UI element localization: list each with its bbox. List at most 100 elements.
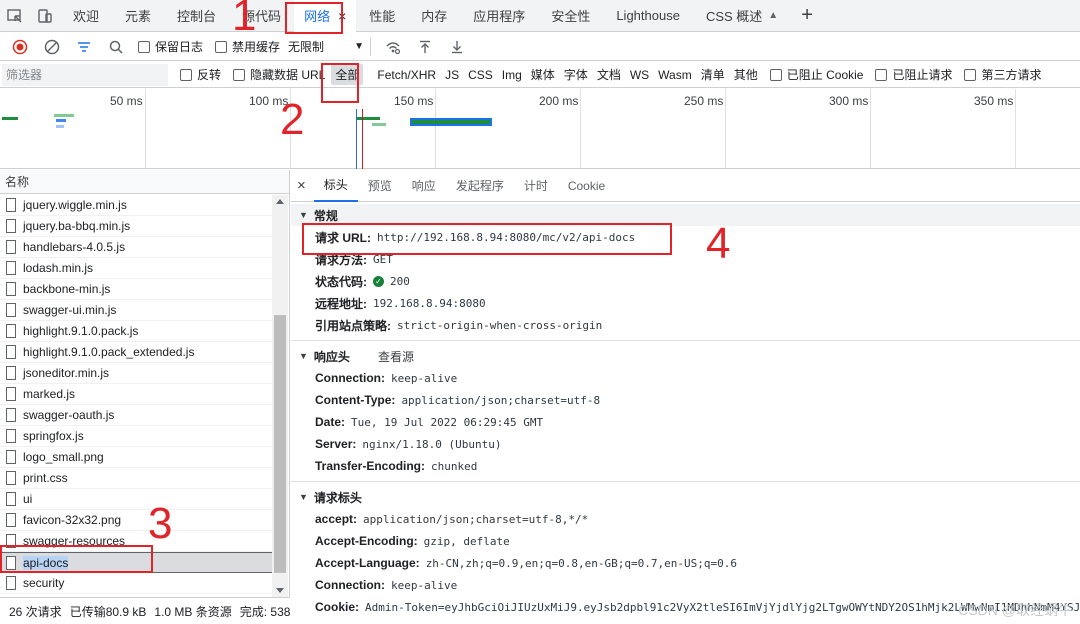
preserve-log-checkbox[interactable]: 保留日志 [138, 38, 203, 55]
filter-type-other[interactable]: 其他 [734, 66, 758, 83]
request-row[interactable]: jquery.wiggle.min.js [0, 195, 272, 216]
throttling-select[interactable]: 无限制 ▼ [288, 38, 364, 55]
checkbox-box[interactable] [875, 68, 888, 81]
response-headers-section-header[interactable]: ▼ 响应头 查看源 [291, 345, 1080, 367]
request-headers-section-header[interactable]: ▼ 请求标头 [291, 486, 1080, 508]
request-row[interactable]: security [0, 573, 272, 594]
third-party-checkbox[interactable]: 第三方请求 [964, 66, 1042, 83]
filter-type-fetch-xhr[interactable]: Fetch/XHR [377, 68, 436, 82]
request-row[interactable]: swagger-ui.min.js [0, 300, 272, 321]
filter-type-media[interactable]: 媒体 [531, 66, 555, 83]
close-detail-icon[interactable]: × [297, 177, 306, 194]
tab-headers[interactable]: 标头 [313, 170, 358, 202]
request-name: jquery.ba-bbq.min.js [23, 219, 131, 233]
view-source-link[interactable]: 查看源 [378, 348, 414, 365]
request-name: lodash.min.js [23, 261, 94, 275]
checkbox-box[interactable] [138, 40, 150, 53]
blocked-cookies-checkbox[interactable]: 已阻止 Cookie [769, 66, 863, 83]
filter-bar: 筛选器 反转 隐藏数据 URL 全部 Fetch/XHR JS CSS Img … [0, 62, 1080, 88]
name-column-header[interactable]: 名称 [0, 170, 289, 194]
request-row[interactable]: ui [0, 489, 272, 510]
request-row[interactable]: jsoneditor.min.js [0, 363, 272, 384]
request-list-scrollbar[interactable] [272, 195, 288, 597]
record-stop-button[interactable] [4, 33, 36, 61]
triangle-down-icon: ▼ [299, 351, 308, 361]
blocked-requests-checkbox[interactable]: 已阻止请求 [875, 66, 952, 83]
request-row[interactable]: backbone-min.js [0, 279, 272, 300]
request-row[interactable]: highlight.9.1.0.pack.js [0, 321, 272, 342]
filter-toggle-button[interactable] [68, 33, 100, 61]
checkbox-box[interactable] [233, 68, 246, 81]
network-overview-timeline[interactable]: 50 ms 100 ms 150 ms 200 ms 250 ms 300 ms… [0, 89, 1080, 169]
tab-cookies[interactable]: Cookie [558, 170, 615, 202]
checkbox-box[interactable] [769, 68, 782, 81]
experiment-icon: ▲ [768, 10, 779, 21]
header-value: application/json;charset=utf-8,*/* [363, 512, 589, 526]
annotation-box-network-tab [285, 2, 343, 34]
column-header-label: 名称 [5, 175, 30, 189]
status-code-row: 状态代码: ✓ 200 [291, 270, 1080, 292]
header-value: strict-origin-when-cross-origin [397, 318, 603, 332]
tab-lighthouse[interactable]: Lighthouse [603, 0, 693, 32]
tab-console[interactable]: 控制台 [164, 0, 229, 32]
filter-type-wasm[interactable]: Wasm [658, 68, 692, 82]
scrollbar-thumb[interactable] [274, 315, 286, 573]
hide-data-urls-checkbox[interactable]: 隐藏数据 URL [233, 66, 325, 83]
request-row[interactable]: handlebars-4.0.5.js [0, 237, 272, 258]
request-row[interactable]: print.css [0, 468, 272, 489]
checkbox-box[interactable] [964, 68, 977, 81]
import-har-button[interactable] [409, 33, 441, 61]
search-button[interactable] [100, 33, 132, 61]
request-row[interactable]: swagger-oauth.js [0, 405, 272, 426]
tab-initiator[interactable]: 发起程序 [446, 170, 514, 202]
file-icon [6, 324, 16, 338]
request-row[interactable]: springfox.js [0, 426, 272, 447]
clear-button[interactable] [36, 33, 68, 61]
network-conditions-button[interactable] [377, 33, 409, 61]
filter-type-js[interactable]: JS [445, 68, 459, 82]
filter-type-font[interactable]: 字体 [564, 66, 588, 83]
request-row[interactable]: marked.js [0, 384, 272, 405]
checkbox-box[interactable] [180, 68, 192, 81]
tab-performance[interactable]: 性能 [356, 0, 408, 32]
request-row[interactable]: favicon-32x32.png [0, 510, 272, 531]
tab-memory[interactable]: 内存 [408, 0, 460, 32]
request-row[interactable]: logo_small.png [0, 447, 272, 468]
tab-elements[interactable]: 元素 [112, 0, 164, 32]
filter-type-manifest[interactable]: 清单 [701, 66, 725, 83]
tab-welcome[interactable]: 欢迎 [60, 0, 112, 32]
tab-preview[interactable]: 预览 [358, 170, 402, 202]
filter-type-doc[interactable]: 文档 [597, 66, 621, 83]
scroll-up-arrow-icon[interactable] [276, 199, 284, 204]
tab-css-overview[interactable]: CSS 概述 ▲ [693, 0, 791, 32]
filter-type-css[interactable]: CSS [468, 68, 493, 82]
filter-placeholder: 筛选器 [6, 68, 43, 82]
add-tab-plus-icon[interactable]: + [791, 4, 823, 27]
file-icon [6, 198, 16, 212]
toolbar-divider [370, 37, 372, 56]
tab-label: Lighthouse [616, 8, 680, 23]
invert-label: 反转 [197, 68, 222, 82]
tab-label: 计时 [523, 179, 548, 193]
referrer-policy-row: 引用站点策略: strict-origin-when-cross-origin [291, 314, 1080, 336]
inspect-element-icon[interactable] [0, 0, 30, 32]
time-tick-label: 250 ms [684, 94, 724, 108]
filter-input[interactable]: 筛选器 [2, 63, 168, 86]
filter-type-ws[interactable]: WS [630, 68, 649, 82]
filter-type-img[interactable]: Img [502, 68, 522, 82]
request-row[interactable]: jquery.ba-bbq.min.js [0, 216, 272, 237]
tab-application[interactable]: 应用程序 [460, 0, 538, 32]
request-row[interactable]: lodash.min.js [0, 258, 272, 279]
request-row[interactable]: highlight.9.1.0.pack_extended.js [0, 342, 272, 363]
annotation-number: 3 [148, 499, 173, 548]
tab-response[interactable]: 响应 [402, 170, 446, 202]
invert-checkbox[interactable]: 反转 [180, 66, 221, 83]
device-toolbar-icon[interactable] [30, 0, 60, 32]
export-har-button[interactable] [441, 33, 473, 61]
tab-security[interactable]: 安全性 [538, 0, 603, 32]
disable-cache-checkbox[interactable]: 禁用缓存 [215, 38, 280, 55]
section-title: 响应头 [313, 349, 350, 364]
checkbox-box[interactable] [215, 40, 228, 53]
scroll-down-arrow-icon[interactable] [276, 588, 284, 593]
tab-timing[interactable]: 计时 [514, 170, 558, 202]
